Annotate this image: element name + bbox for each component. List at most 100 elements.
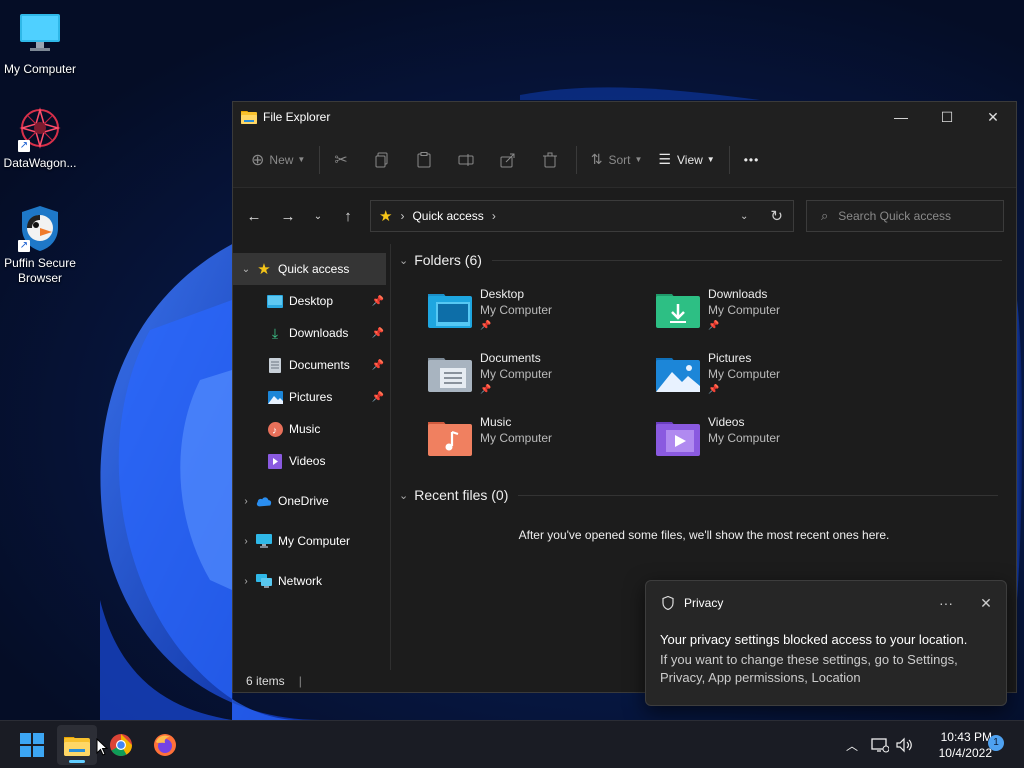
new-button[interactable]: ⊕ New ▼ — [243, 144, 313, 176]
sidebar-item-label: My Computer — [278, 534, 351, 548]
breadcrumb-chevron-icon: › — [491, 209, 496, 223]
folder-tile-music[interactable]: Music My Computer — [428, 414, 648, 470]
music-icon: ♪ — [267, 421, 283, 437]
back-button[interactable]: ← — [237, 200, 271, 232]
window-title: File Explorer — [263, 110, 331, 124]
taskbar-file-explorer[interactable] — [57, 725, 97, 765]
notification-more-button[interactable]: ··· — [926, 595, 966, 611]
sidebar-item-videos[interactable]: Videos — [233, 445, 390, 477]
desktop-icon-my-computer[interactable]: My Computer — [0, 10, 80, 77]
folder-name: Music — [480, 415, 512, 429]
arrow-right-icon: → — [280, 207, 296, 225]
taskbar-firefox[interactable] — [145, 725, 185, 765]
delete-button[interactable] — [534, 144, 566, 176]
section-divider — [491, 259, 1002, 261]
address-history-chevron-icon[interactable]: ⌄ — [740, 211, 748, 222]
up-button[interactable]: ↑ — [331, 200, 365, 232]
desktop-icon-datawagon[interactable]: ↗ DataWagon... — [0, 104, 80, 171]
navigation-pane: ⌄ ★ Quick access Desktop 📌 ⤓ Downloads 📌… — [233, 244, 391, 670]
folder-tile-documents[interactable]: Documents My Computer 📌 — [428, 350, 648, 406]
folder-name: Documents — [480, 351, 541, 365]
share-icon — [500, 153, 515, 167]
status-divider: | — [298, 674, 302, 688]
copy-button[interactable] — [366, 144, 398, 176]
address-bar[interactable]: ★ › Quick access › ⌄ ↻ — [370, 200, 794, 232]
more-options-button[interactable]: ••• — [736, 144, 768, 176]
paste-button[interactable] — [408, 144, 440, 176]
minimize-button[interactable]: — — [878, 102, 924, 132]
network-status-icon[interactable] — [868, 721, 892, 768]
sidebar-item-my-computer[interactable]: › My Computer — [233, 525, 390, 557]
breadcrumb-quick-access[interactable]: Quick access — [412, 209, 483, 223]
sidebar-item-desktop[interactable]: Desktop 📌 — [233, 285, 390, 317]
pin-icon[interactable]: 📌 — [372, 360, 384, 371]
taskbar: ︿ 10:43 PM 10/4/2022 — [0, 720, 1024, 768]
chevron-right-icon[interactable]: › — [236, 496, 256, 507]
show-hidden-icons-button[interactable]: ︿ — [840, 721, 864, 768]
sidebar-item-music[interactable]: ♪ Music — [233, 413, 390, 445]
sidebar-item-documents[interactable]: Documents 📌 — [233, 349, 390, 381]
sidebar-item-pictures[interactable]: Pictures 📌 — [233, 381, 390, 413]
downloads-folder-icon — [656, 294, 700, 328]
search-box[interactable]: ⌕ — [806, 200, 1004, 232]
datawagon-icon: ↗ — [16, 104, 64, 152]
refresh-icon[interactable]: ↻ — [770, 207, 783, 225]
folder-name: Downloads — [708, 287, 768, 301]
chevron-right-icon[interactable]: › — [236, 576, 256, 587]
sidebar-item-label: Pictures — [289, 390, 333, 404]
search-input[interactable] — [838, 209, 989, 223]
pin-icon[interactable]: 📌 — [372, 328, 384, 339]
recent-locations-button[interactable]: ⌄ — [305, 200, 331, 232]
sidebar-item-network[interactable]: › Network — [233, 565, 390, 597]
toolbar-divider — [575, 145, 577, 174]
sidebar-item-quick-access[interactable]: ⌄ ★ Quick access — [233, 253, 386, 285]
folder-location: My Computer — [480, 431, 553, 445]
folder-tile-pictures[interactable]: Pictures My Computer 📌 — [656, 350, 876, 406]
privacy-notification[interactable]: Privacy ··· ✕ Your privacy settings bloc… — [645, 580, 1007, 706]
search-icon: ⌕ — [821, 208, 829, 223]
folder-tile-downloads[interactable]: Downloads My Computer 📌 — [656, 286, 876, 342]
videos-folder-icon — [656, 422, 700, 456]
cut-button[interactable]: ✂ — [326, 144, 355, 176]
view-button[interactable]: ☰ View ▼ — [650, 144, 722, 176]
share-button[interactable] — [492, 144, 524, 176]
svg-text:♪: ♪ — [272, 425, 277, 436]
sidebar-item-label: Downloads — [289, 326, 349, 340]
maximize-button[interactable]: ☐ — [924, 102, 970, 132]
new-button-label: New — [269, 152, 294, 167]
breadcrumb-chevron-icon: › — [400, 209, 405, 223]
folder-location: My Computer — [708, 367, 781, 381]
pin-icon: 📌 — [480, 320, 492, 330]
close-button[interactable]: ✕ — [970, 102, 1016, 132]
system-clock[interactable]: 10:43 PM 10/4/2022 — [918, 729, 992, 761]
pin-icon[interactable]: 📌 — [372, 296, 384, 307]
chevron-down-icon[interactable]: ⌄ — [236, 264, 256, 275]
folder-name: Videos — [708, 415, 745, 429]
volume-icon[interactable] — [893, 721, 917, 768]
title-bar[interactable]: File Explorer — ☐ ✕ — [233, 102, 1016, 132]
rename-icon — [458, 153, 474, 166]
notification-detail: If you want to change these settings, go… — [660, 652, 958, 685]
notification-close-button[interactable]: ✕ — [966, 595, 1006, 612]
notification-message: Your privacy settings blocked access to … — [660, 632, 968, 647]
folder-tile-videos[interactable]: Videos My Computer — [656, 414, 876, 470]
firefox-icon — [154, 734, 176, 756]
sort-button[interactable]: ⇅ Sort ▼ — [583, 144, 651, 176]
pin-icon[interactable]: 📌 — [372, 392, 384, 403]
pictures-icon — [267, 389, 283, 405]
sidebar-item-label: Documents — [289, 358, 350, 372]
rename-button[interactable] — [450, 144, 482, 176]
sidebar-item-downloads[interactable]: ⤓ Downloads 📌 — [233, 317, 390, 349]
folders-section-header[interactable]: ⌄ Folders (6) — [399, 252, 1002, 268]
recent-files-section-header[interactable]: ⌄ Recent files (0) — [399, 487, 999, 503]
notification-count-badge[interactable]: 1 — [988, 735, 1004, 751]
chevron-right-icon[interactable]: › — [236, 536, 256, 547]
sidebar-item-label: Network — [278, 574, 323, 588]
desktop-icon-puffin[interactable]: ↗ Puffin Secure Browser — [0, 204, 80, 286]
folder-tile-desktop[interactable]: Desktop My Computer 📌 — [428, 286, 648, 342]
documents-icon — [267, 357, 283, 373]
view-list-icon: ☰ — [658, 151, 671, 167]
start-button[interactable] — [12, 725, 52, 765]
forward-button[interactable]: → — [271, 200, 305, 232]
sidebar-item-onedrive[interactable]: › OneDrive — [233, 485, 390, 517]
